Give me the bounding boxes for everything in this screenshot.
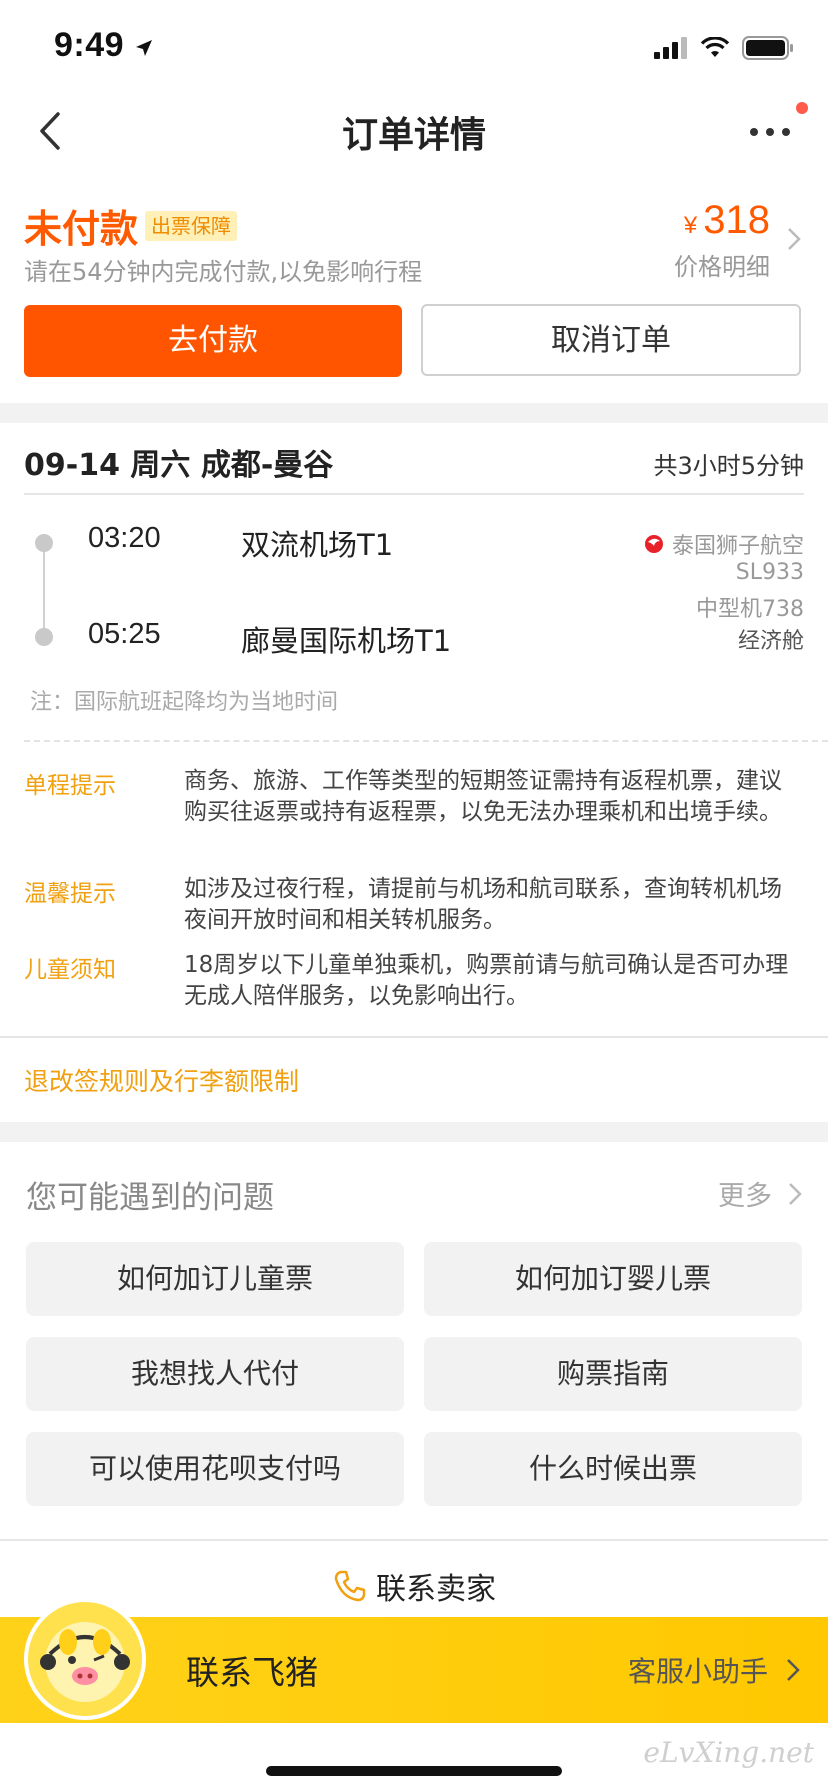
pig-mascot-icon <box>40 1622 130 1702</box>
tip-text: 18周岁以下儿童单独乘机，购票前请与航司确认是否可办理无成人陪伴服务，以免影响出… <box>184 952 789 1009</box>
faq-item[interactable]: 可以使用花呗支付吗 <box>26 1432 404 1506</box>
faq-item[interactable]: 我想找人代付 <box>26 1337 404 1411</box>
back-button[interactable] <box>32 106 72 156</box>
faq-item[interactable]: 什么时候出票 <box>424 1432 802 1506</box>
tip-text: 商务、旅游、工作等类型的短期签证需持有返程机票，建议购买往返票或持有返程票，以免… <box>184 768 782 825</box>
chevron-left-icon <box>40 112 60 150</box>
payment-deadline-hint: 请在54分钟内完成付款,以免影响行程 <box>24 258 423 286</box>
tip-label: 单程提示 <box>24 773 116 799</box>
status-indicators <box>654 36 794 60</box>
aircraft-type: 中型机738 <box>696 597 804 622</box>
order-price[interactable]: ¥318 <box>684 198 770 243</box>
departure-time: 03:20 <box>88 522 161 554</box>
section-divider <box>0 403 828 423</box>
chevron-right-icon <box>787 1659 800 1681</box>
arrival-time: 05:25 <box>88 618 161 650</box>
divider <box>0 1539 828 1541</box>
home-indicator[interactable] <box>266 1766 562 1776</box>
more-button[interactable] <box>744 110 800 150</box>
location-arrow-icon <box>134 38 154 62</box>
timeline-line <box>43 552 45 632</box>
order-status: 未付款 <box>24 207 139 251</box>
airline-name: 泰国狮子航空 <box>671 534 804 559</box>
faq-more-link[interactable]: 更多 <box>718 1174 802 1213</box>
tip-label: 温馨提示 <box>24 881 116 907</box>
lion-air-logo-icon <box>644 535 663 553</box>
section-divider <box>0 1122 828 1142</box>
tip-text: 如涉及过夜行程，请提前与机场和航司联系，查询转机机场夜间开放时间和相关转机服务。 <box>184 876 782 933</box>
contact-fliggy-label: 联系飞猪 <box>186 1653 318 1692</box>
status-time: 9:49 <box>54 26 125 64</box>
chevron-right-icon <box>789 1182 802 1205</box>
fliggy-mascot-avatar[interactable] <box>24 1598 146 1720</box>
airline: 泰国狮子航空 <box>642 528 804 560</box>
ticket-guarantee-badge: 出票保障 <box>145 211 237 241</box>
phone-icon <box>334 1570 366 1602</box>
faq-item[interactable]: 购票指南 <box>424 1337 802 1411</box>
assistant-label: 客服小助手 <box>627 1655 768 1688</box>
pay-button[interactable]: 去付款 <box>24 305 402 377</box>
local-time-note: 注：国际航班起降均为当地时间 <box>30 690 339 715</box>
price-detail-link[interactable]: 价格明细 <box>674 247 770 282</box>
departure-airport: 双流机场T1 <box>241 528 394 562</box>
customer-service-assistant[interactable]: 客服小助手 <box>628 1650 800 1690</box>
flight-duration: 共3小时5分钟 <box>653 452 804 480</box>
signal-icon <box>654 37 687 59</box>
faq-item[interactable]: 如何加订儿童票 <box>26 1242 404 1316</box>
departure-dot <box>35 534 53 552</box>
notification-dot <box>796 102 808 114</box>
contact-seller-button[interactable]: 联系卖家 <box>0 1564 828 1608</box>
dashed-divider <box>24 740 828 742</box>
flight-route: 09-14 周六 成都-曼谷 <box>24 448 334 483</box>
page-title: 订单详情 <box>341 115 486 156</box>
faq-more-label: 更多 <box>718 1181 772 1212</box>
cancel-order-button[interactable]: 取消订单 <box>421 304 801 376</box>
wifi-icon <box>700 37 730 57</box>
tip-label: 儿童须知 <box>24 957 116 983</box>
faq-item[interactable]: 如何加订婴儿票 <box>424 1242 802 1316</box>
divider <box>0 1036 828 1038</box>
faq-title: 您可能遇到的问题 <box>26 1180 274 1216</box>
chevron-right-icon[interactable] <box>786 226 802 256</box>
arrival-airport: 廊曼国际机场T1 <box>241 624 452 658</box>
refund-baggage-rules-link[interactable]: 退改签规则及行李额限制 <box>24 1062 299 1098</box>
battery-icon <box>742 36 793 60</box>
currency-symbol: ¥ <box>683 212 698 239</box>
contact-seller-label: 联系卖家 <box>376 1572 496 1607</box>
more-dots-icon <box>750 128 790 136</box>
arrival-dot <box>35 628 53 646</box>
watermark: eLvXing.net <box>643 1736 814 1769</box>
divider <box>24 493 804 495</box>
flight-number: SL933 <box>735 560 804 585</box>
price-value: 318 <box>703 198 770 242</box>
cabin-class: 经济舱 <box>737 629 804 654</box>
